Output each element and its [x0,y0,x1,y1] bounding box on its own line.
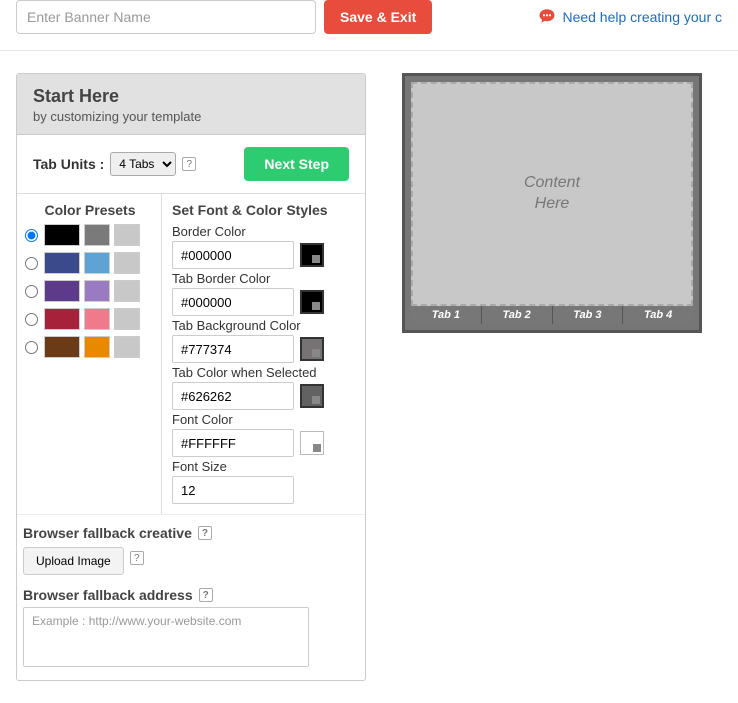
swatch-icon [114,252,140,274]
swatch-icon [44,336,80,358]
help-icon[interactable]: ? [199,588,213,602]
fallback-section: Browser fallback creative ? Upload Image… [17,515,365,680]
swatch-icon [84,252,110,274]
tab-border-color-label: Tab Border Color [172,271,363,286]
font-color-chip[interactable] [300,431,324,455]
swatch-icon [114,308,140,330]
fallback-address-textarea[interactable] [23,607,309,667]
tab-bg-color-input[interactable] [172,335,294,363]
preview-tab[interactable]: Tab 1 [411,306,482,324]
start-here-panel: Start Here by customizing your template … [16,73,366,681]
tab-border-color-chip[interactable] [300,290,324,314]
swatch-icon [44,252,80,274]
help-link[interactable]: Need help creating your c [538,7,722,28]
preset-row[interactable] [25,336,155,358]
font-color-styles-column: Set Font & Color Styles Border Color Tab… [162,194,365,514]
next-step-button[interactable]: Next Step [244,147,349,181]
help-link-text: Need help creating your c [562,9,722,25]
preset-radio[interactable] [25,285,38,298]
help-icon[interactable]: ? [182,157,196,171]
preset-row[interactable] [25,308,155,330]
help-icon[interactable]: ? [130,551,144,565]
swatch-icon [84,336,110,358]
swatch-icon [44,224,80,246]
preset-radio[interactable] [25,341,38,354]
preview-tab[interactable]: Tab 3 [553,306,624,324]
swatch-icon [44,280,80,302]
border-color-input[interactable] [172,241,294,269]
color-presets-title: Color Presets [25,202,155,218]
color-presets-column: Color Presets [17,194,162,514]
swatch-icon [114,280,140,302]
preset-row[interactable] [25,280,155,302]
font-color-input[interactable] [172,429,294,457]
swatch-icon [84,280,110,302]
font-size-label: Font Size [172,459,363,474]
swatch-icon [44,308,80,330]
panel-title: Start Here [33,86,349,107]
swatch-icon [114,336,140,358]
panel-subtitle: by customizing your template [33,109,349,124]
chat-icon [538,7,556,28]
tab-units-label: Tab Units : [33,156,104,172]
styles-title: Set Font & Color Styles [172,202,363,218]
swatch-icon [84,308,110,330]
preset-row[interactable] [25,252,155,274]
tab-selected-color-input[interactable] [172,382,294,410]
preset-radio[interactable] [25,257,38,270]
panel-header: Start Here by customizing your template [17,74,365,135]
swatch-icon [114,224,140,246]
fallback-creative-label: Browser fallback creative [23,525,192,541]
help-icon[interactable]: ? [198,526,212,540]
tab-selected-color-label: Tab Color when Selected [172,365,363,380]
tab-units-select[interactable]: 4 Tabs [110,152,176,176]
preview-panel: Content Here Tab 1Tab 2Tab 3Tab 4 [402,73,702,333]
save-exit-button[interactable]: Save & Exit [324,0,432,34]
preview-tab[interactable]: Tab 4 [623,306,693,324]
banner-name-input[interactable] [16,0,316,34]
preset-row[interactable] [25,224,155,246]
tab-selected-color-chip[interactable] [300,384,324,408]
fallback-address-label: Browser fallback address [23,587,193,603]
tab-bg-color-chip[interactable] [300,337,324,361]
border-color-chip[interactable] [300,243,324,267]
top-bar: Save & Exit Need help creating your c [0,0,738,51]
preset-radio[interactable] [25,313,38,326]
font-size-input[interactable] [172,476,294,504]
preset-radio[interactable] [25,229,38,242]
tab-bg-color-label: Tab Background Color [172,318,363,333]
preview-frame: Content Here Tab 1Tab 2Tab 3Tab 4 [402,73,702,333]
font-color-label: Font Color [172,412,363,427]
tab-border-color-input[interactable] [172,288,294,316]
upload-image-button[interactable]: Upload Image [23,547,124,575]
preview-tab[interactable]: Tab 2 [482,306,553,324]
border-color-label: Border Color [172,224,363,239]
preview-tabs: Tab 1Tab 2Tab 3Tab 4 [411,306,693,324]
swatch-icon [84,224,110,246]
tab-units-row: Tab Units : 4 Tabs ? Next Step [17,135,365,194]
content-placeholder: Content Here [411,82,693,306]
